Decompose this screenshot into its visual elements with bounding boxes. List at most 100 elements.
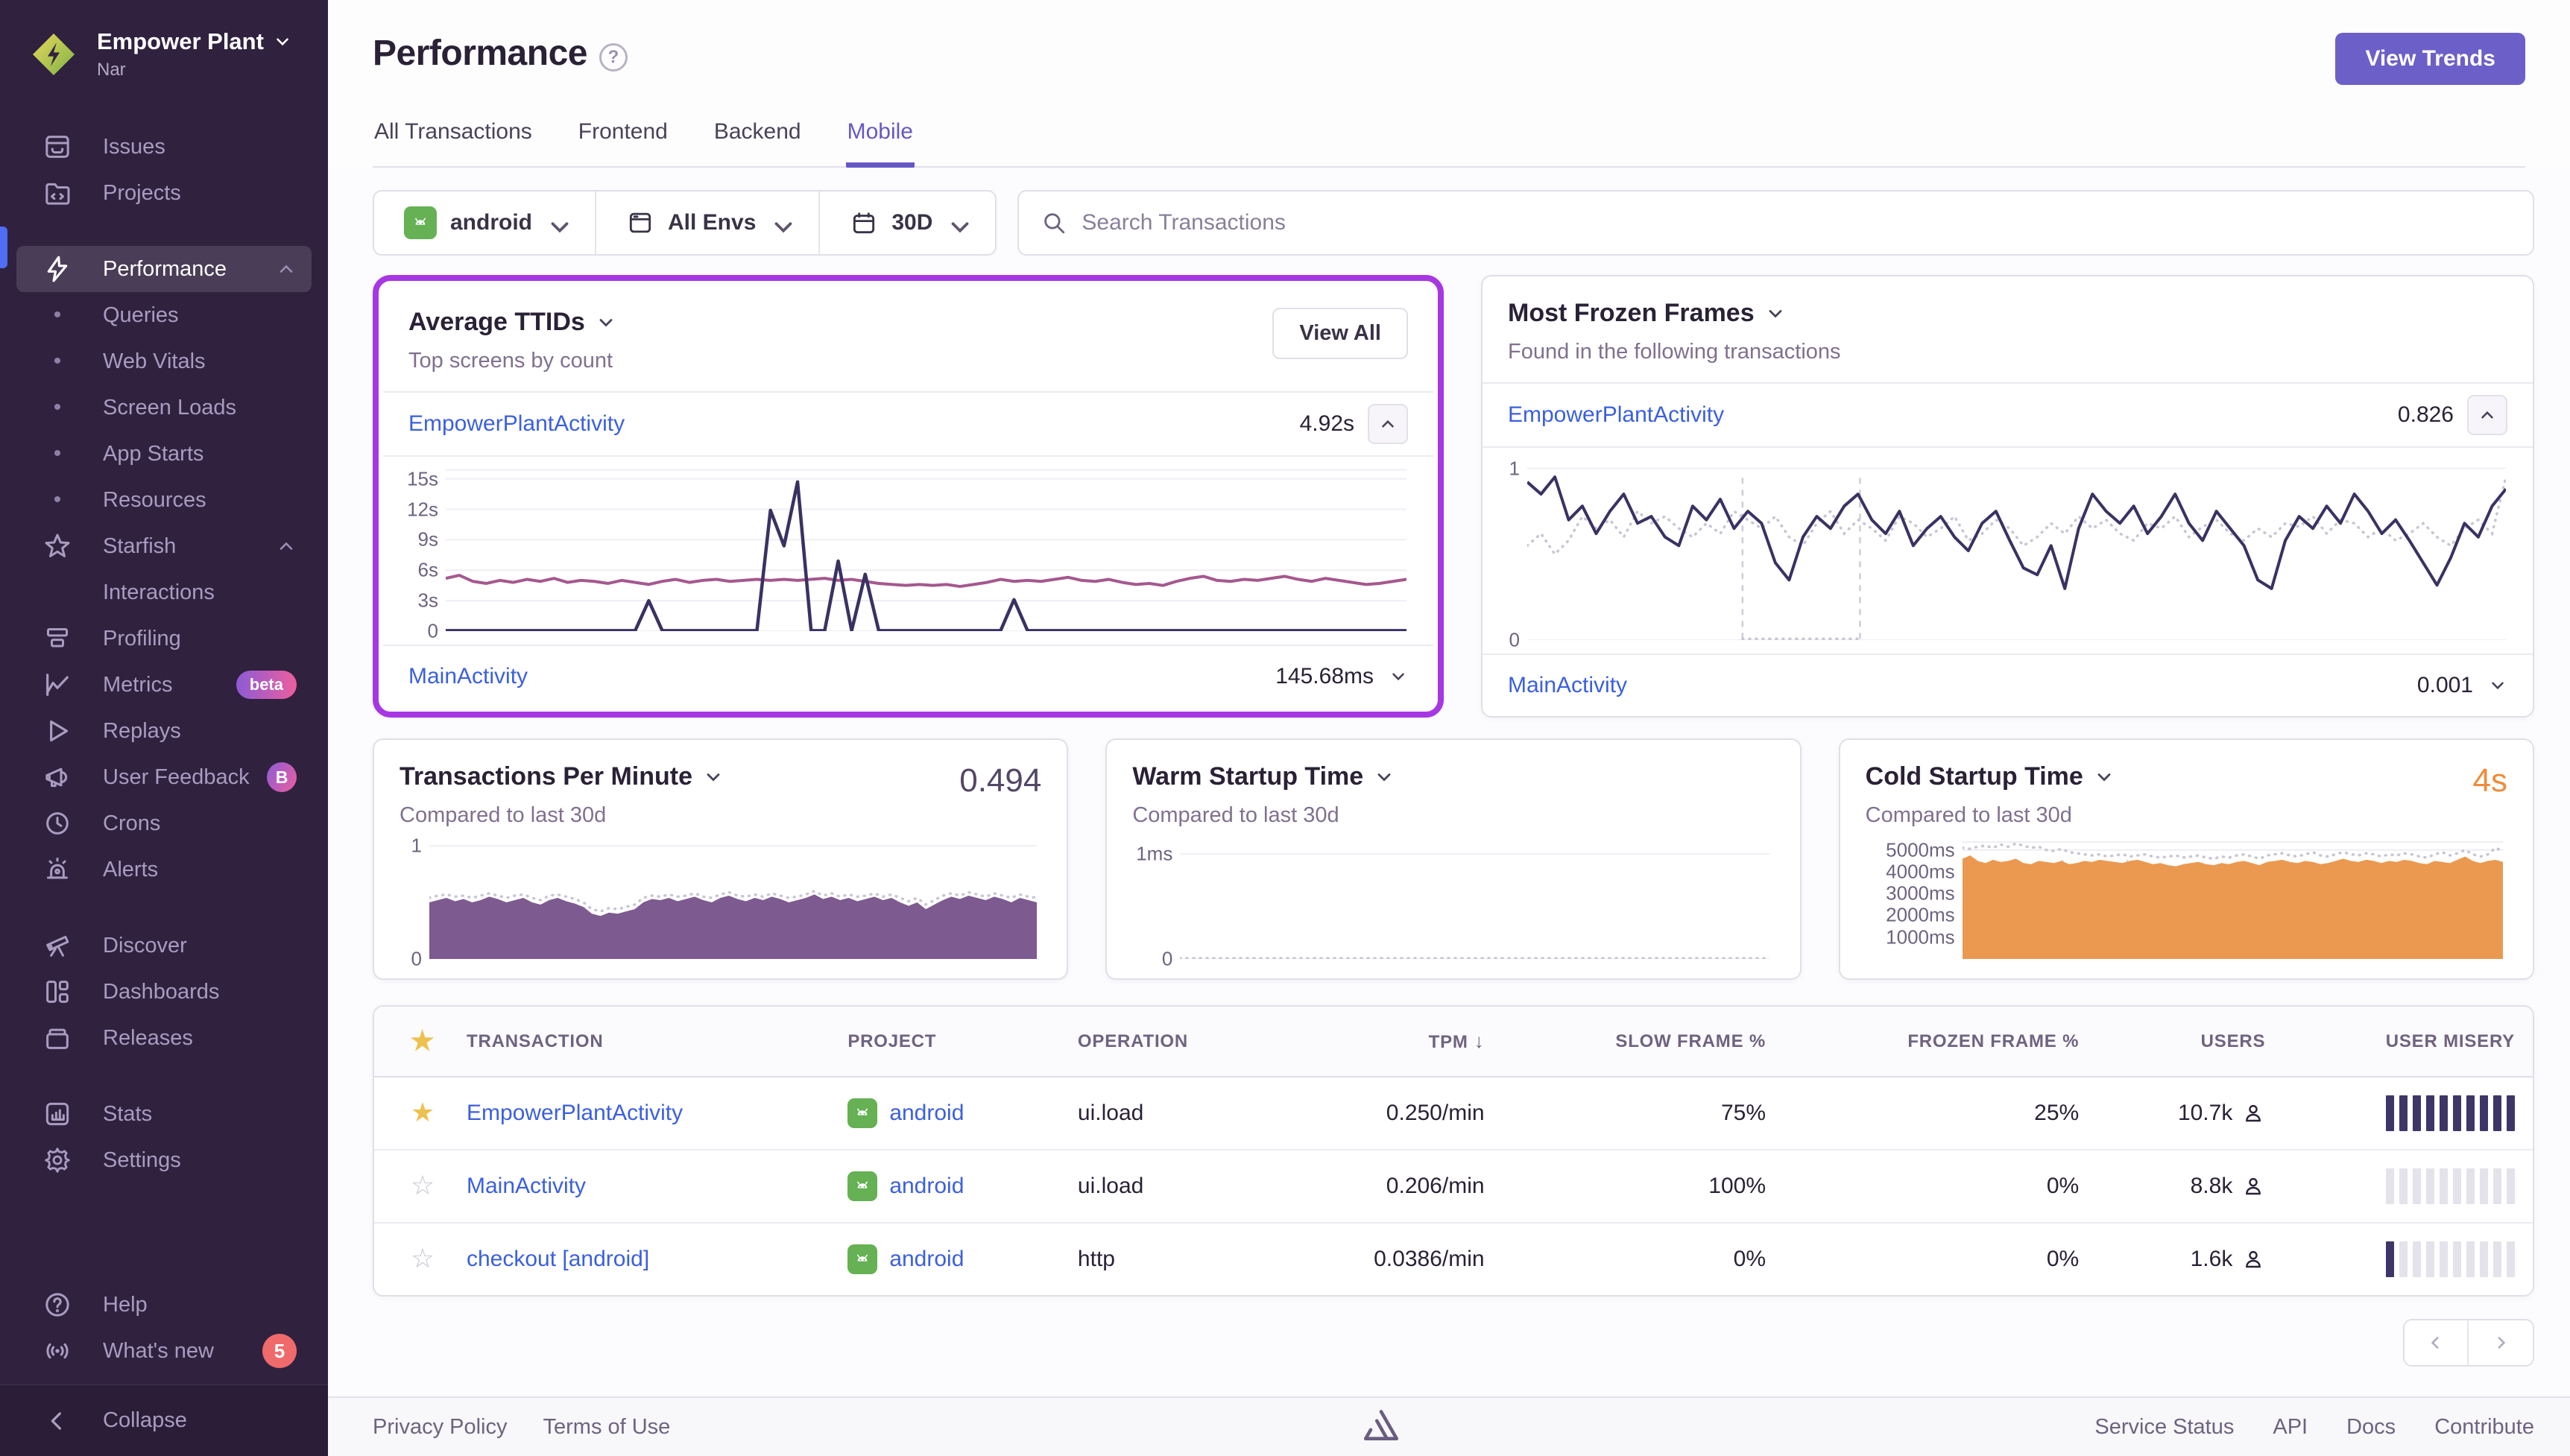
most-frozen-frames-title-dropdown[interactable]: Most Frozen Frames [1508,299,2507,328]
tab-backend[interactable]: Backend [713,119,803,166]
settings-icon [42,1145,73,1176]
sidebar-item-what-s-new[interactable]: What's new5 [16,1328,312,1374]
sidebar-item-user-feedback[interactable]: User FeedbackB [16,754,312,800]
project-link[interactable]: android [889,1247,964,1272]
footer-link-docs[interactable]: Docs [2346,1415,2396,1439]
column-header-project[interactable]: PROJECT [830,1007,1060,1077]
sidebar-item-alerts[interactable]: Alerts [16,846,312,893]
footer-link-api[interactable]: API [2273,1415,2308,1439]
sidebar-item-starfish[interactable]: Starfish [16,523,312,569]
footer-link-terms-of-use[interactable]: Terms of Use [543,1415,671,1439]
average-ttids-title-dropdown[interactable]: Average TTIDs [408,308,1272,337]
star-toggle[interactable]: ☆ [411,1170,435,1200]
footer-link-contribute[interactable]: Contribute [2434,1415,2534,1439]
search-input[interactable] [1082,210,2510,235]
warm-startup-title-dropdown[interactable]: Warm Startup Time [1132,762,1395,791]
collapse-icon [42,1405,73,1437]
user-icon [2241,1247,2265,1271]
cold-startup-title-dropdown[interactable]: Cold Startup Time [1866,762,2115,791]
view-all-button[interactable]: View All [1272,308,1408,359]
star-toggle[interactable]: ★ [411,1097,435,1127]
transaction-link[interactable]: checkout [android] [467,1247,649,1271]
transaction-link[interactable]: EmpowerPlantActivity [467,1101,683,1125]
sidebar-item-interactions[interactable]: Interactions [16,569,312,615]
cold-startup-value: 4s [2473,762,2507,800]
y-axis-tick: 1000ms [1886,925,1955,949]
table-row: ☆MainActivityandroidui.load0.206/min100%… [374,1150,2533,1223]
pagination-next-button[interactable] [2469,1320,2533,1365]
footer-link-privacy-policy[interactable]: Privacy Policy [373,1415,508,1439]
tpm-title-dropdown[interactable]: Transactions Per Minute [400,762,724,791]
sidebar-item-label: Starfish [103,534,276,559]
sidebar-item-performance[interactable]: Performance [16,246,312,292]
pagination-prev-button[interactable] [2405,1320,2469,1365]
collapse-row-button[interactable] [1368,404,1408,444]
search-icon [1041,210,1067,235]
replays-icon [42,715,73,747]
sidebar-item-label: Alerts [103,858,297,882]
sidebar: Empower Plant Nar Issues Projects Performa… [0,0,328,1456]
sidebar-item-releases[interactable]: Releases [16,1015,312,1061]
sidebar-item-projects[interactable]: Projects [16,170,312,216]
android-icon [847,1171,877,1201]
project-link[interactable]: android [889,1101,964,1126]
view-trends-button[interactable]: View Trends [2335,33,2525,85]
transaction-link[interactable]: MainActivity [1508,673,1627,698]
expand-row-button[interactable] [1389,667,1408,686]
sidebar-item-collapse[interactable]: Collapse [16,1398,312,1444]
sidebar-item-dashboards[interactable]: Dashboards [16,969,312,1015]
transaction-link[interactable]: MainActivity [467,1174,586,1198]
transaction-link[interactable]: EmpowerPlantActivity [1508,402,1724,428]
sidebar-item-metrics[interactable]: Metricsbeta [16,662,312,708]
y-axis-tick: 1 [411,835,422,858]
sidebar-item-issues[interactable]: Issues [16,124,312,170]
transaction-link[interactable]: EmpowerPlantActivity [408,411,625,437]
project-filter[interactable]: android [374,192,596,254]
sidebar-item-discover[interactable]: Discover [16,922,312,969]
transaction-link[interactable]: MainActivity [408,664,528,689]
tab-mobile[interactable]: Mobile [846,119,915,168]
sidebar-item-label: Settings [103,1148,297,1173]
sidebar-item-replays[interactable]: Replays [16,708,312,754]
column-header-misery[interactable]: USER MISERY [2283,1007,2533,1077]
column-header-operation[interactable]: OPERATION [1060,1007,1281,1077]
star-toggle[interactable]: ☆ [411,1243,435,1273]
environment-filter[interactable]: All Envs [596,192,820,254]
expand-row-button[interactable] [2488,676,2507,695]
column-header-frozen[interactable]: FROZEN FRAME % [1784,1007,2097,1077]
column-header-tpm[interactable]: TPM ↓ [1281,1007,1502,1077]
sidebar-item-resources[interactable]: •Resources [16,477,312,523]
sidebar-item-stats[interactable]: Stats [16,1091,312,1137]
collapse-row-button[interactable] [2467,395,2507,435]
sidebar-item-queries[interactable]: •Queries [16,292,312,338]
widget-title: Average TTIDs [408,308,585,337]
sidebar-item-settings[interactable]: Settings [16,1137,312,1183]
transaction-value: 0.826 [2398,402,2454,428]
sidebar-item-help[interactable]: Help [16,1282,312,1328]
transaction-value: 0.001 [2417,673,2473,698]
crons-icon [42,808,73,839]
sidebar-item-label: Metrics [103,673,227,697]
calendar-icon [850,209,878,237]
sidebar-item-label: Projects [103,181,297,206]
column-header-transaction[interactable]: TRANSACTION [449,1007,830,1077]
date-range-filter[interactable]: 30D [820,192,995,254]
widget-subtitle: Found in the following transactions [1508,340,2507,364]
tab-all-transactions[interactable]: All Transactions [373,119,534,166]
sidebar-item-crons[interactable]: Crons [16,800,312,846]
tab-frontend[interactable]: Frontend [577,119,669,166]
column-header-users[interactable]: USERS [2097,1007,2283,1077]
sidebar-item-label: Profiling [103,627,297,651]
sidebar-item-profiling[interactable]: Profiling [16,615,312,662]
tpm-chart: 10 [400,841,1041,959]
sidebar-item-screen-loads[interactable]: •Screen Loads [16,384,312,431]
sidebar-item-web-vitals[interactable]: •Web Vitals [16,338,312,384]
project-link[interactable]: android [889,1174,964,1199]
sidebar-item-app-starts[interactable]: •App Starts [16,431,312,477]
chevron-down-icon [1374,767,1395,788]
help-icon[interactable]: ? [599,43,628,72]
column-header-slow[interactable]: SLOW FRAME % [1503,1007,1784,1077]
footer-link-service-status[interactable]: Service Status [2094,1415,2234,1439]
org-switcher[interactable]: Empower Plant Nar [0,0,328,103]
average-ttids-card: Average TTIDs Top screens by count View … [383,285,1433,707]
